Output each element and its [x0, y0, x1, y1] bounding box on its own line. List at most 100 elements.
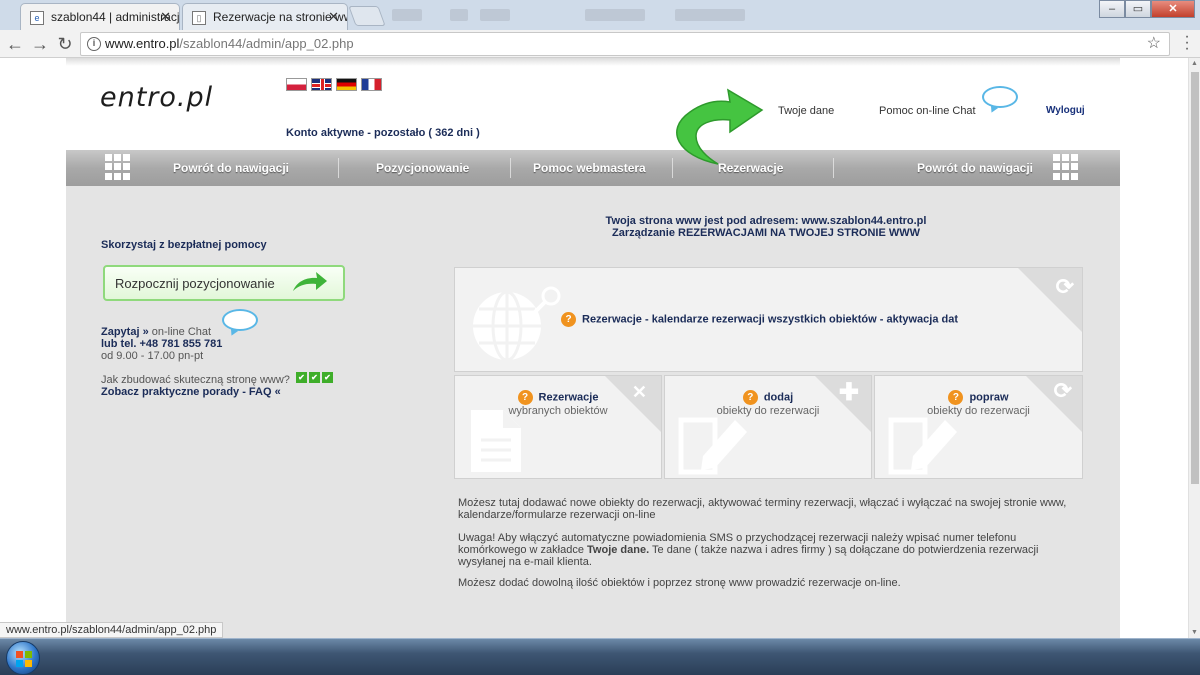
site-address-line: Twoja strona www jest pod adresem: www.s… [605, 215, 927, 227]
panel-desc: obiekty do rezerwacji [927, 405, 1030, 417]
check-icon: ✔ [322, 372, 333, 383]
page-subtitle: Zarządzanie REZERWACJAMI NA TWOJEJ STRON… [611, 227, 921, 239]
question-icon: ? [948, 390, 964, 405]
close-window-icon[interactable]: ✕ [1151, 0, 1195, 18]
calendar-panel-label: Rezerwacje - kalendarze rezerwacji wszys… [582, 313, 958, 326]
green-arrow-icon [676, 88, 764, 165]
taskbar-ghost [480, 9, 510, 21]
scroll-down-icon[interactable]: ▼ [1191, 629, 1198, 636]
panel-title-text: popraw [969, 391, 1009, 404]
site-container: entro.pl Konto aktywne - pozostało ( 362… [66, 58, 1120, 638]
flag-fr-icon[interactable] [361, 78, 382, 91]
windows-taskbar [0, 638, 1200, 675]
nav-separator [833, 158, 834, 178]
my-data-inline-link[interactable]: Twoje dane. [587, 544, 649, 556]
browser-toolbar: ← → ↻ i www.entro.pl/szablon44/admin/app… [0, 29, 1200, 58]
site-logo[interactable]: entro.pl [100, 82, 213, 113]
header-shadow [66, 58, 1120, 66]
account-status: Konto aktywne - pozostało ( 362 dni ) [286, 127, 480, 139]
info-icon[interactable]: i [87, 37, 101, 51]
start-button[interactable] [6, 641, 40, 675]
my-data-link[interactable]: Twoje dane [778, 105, 834, 117]
grid-menu-icon[interactable] [1053, 154, 1079, 180]
start-seo-button[interactable]: Rozpocznij pozycjonowanie [103, 265, 345, 301]
tab-reservations[interactable]: ▯ Rezerwacje na stronie www ✕ [182, 3, 348, 30]
edit-objects-panel[interactable]: ⟳ ? popraw obiekty do rezerwacji [874, 375, 1083, 479]
info-paragraph-1: Możesz tutaj dodawać nowe obiekty do rez… [458, 497, 1067, 521]
address-bar[interactable]: i www.entro.pl/szablon44/admin/app_02.ph… [80, 32, 1170, 56]
tab-admin[interactable]: e szablon44 | administracja ✕ [20, 3, 180, 30]
office-hours: od 9.00 - 17.00 pn-pt [101, 350, 204, 362]
grid-menu-icon[interactable] [105, 154, 131, 180]
chat-bubble-icon[interactable] [982, 86, 1018, 108]
close-tab-icon[interactable]: ✕ [160, 9, 171, 25]
start-seo-label: Rozpocznij pozycjonowanie [115, 276, 275, 291]
ask-link[interactable]: Zapytaj » [101, 326, 149, 338]
check-icon: ✔ [309, 372, 320, 383]
chat-bubble-icon[interactable] [222, 309, 258, 331]
site-favicon-icon: e [30, 11, 44, 25]
logout-link[interactable]: Wyloguj [1046, 105, 1085, 116]
panel-title-text: Rezerwacje [538, 391, 599, 404]
flag-en-icon[interactable] [311, 78, 332, 91]
nav-separator [510, 158, 511, 178]
nav-item-back[interactable]: Powrót do nawigacji [173, 150, 289, 186]
scrollbar-thumb[interactable] [1191, 72, 1199, 484]
refresh-icon[interactable]: ⟳ [1056, 274, 1074, 300]
chat-link[interactable]: Pomoc on-line Chat [879, 105, 976, 117]
browser-tab-strip: e szablon44 | administracja ✕ ▯ Rezerwac… [0, 0, 1200, 30]
window-controls: – ▭ ✕ [1099, 0, 1195, 18]
faq-question[interactable]: Jak zbudować skuteczną stronę www? [101, 374, 290, 386]
checkmark-icons: ✔ ✔ ✔ [296, 372, 333, 383]
calendar-panel-title[interactable]: ? Rezerwacje - kalendarze rezerwacji wszy… [561, 312, 958, 327]
minimize-icon[interactable]: – [1099, 0, 1125, 18]
check-icon: ✔ [296, 372, 307, 383]
flag-pl-icon[interactable] [286, 78, 307, 91]
question-icon: ? [517, 390, 533, 405]
nav-separator [338, 158, 339, 178]
maximize-icon[interactable]: ▭ [1125, 0, 1151, 18]
status-bar: www.entro.pl/szablon44/admin/app_02.php [0, 622, 224, 638]
reload-icon[interactable]: ↻ [54, 33, 76, 55]
panel-desc: obiekty do rezerwacji [716, 405, 820, 417]
vertical-scrollbar[interactable]: ▲ ▼ [1188, 58, 1200, 638]
nav-item-webmaster[interactable]: Pomoc webmastera [533, 150, 646, 186]
flag-de-icon[interactable] [336, 78, 357, 91]
panel-title: ? Rezerwacje [455, 390, 661, 405]
page-icon: ▯ [192, 11, 206, 25]
menu-dots-icon[interactable]: · · · [1184, 29, 1190, 57]
add-objects-panel[interactable]: ✚ ? dodaj obiekty do rezerwacji [664, 375, 872, 479]
globe-search-icon [473, 286, 561, 362]
arrow-right-icon[interactable]: → [29, 33, 51, 55]
star-icon[interactable]: ☆ [1147, 33, 1161, 55]
windows-logo-icon [16, 651, 32, 667]
new-tab-button[interactable] [348, 6, 386, 26]
reservations-calendar-panel[interactable]: ⟳ ? Rezerwacje - kalendarze rezerwacji ws… [454, 267, 1083, 372]
question-icon: ? [561, 312, 576, 327]
panel-desc: wybranych obiektów [508, 405, 608, 417]
phone-line: lub tel. +48 781 855 781 [101, 338, 223, 350]
taskbar-ghost [392, 9, 422, 21]
help-title: Skorzystaj z bezpłatnej pomocy [101, 239, 267, 251]
url-host: www.entro.pl [105, 36, 180, 51]
page-viewport: entro.pl Konto aktywne - pozostało ( 362… [0, 58, 1188, 638]
question-icon: ? [742, 390, 758, 405]
panel-title-text: dodaj [763, 391, 794, 404]
faq-link[interactable]: Zobacz praktyczne porady - FAQ « [101, 386, 281, 398]
taskbar-ghost [585, 9, 645, 21]
site-address: Twoja strona www jest pod adresem: www.s… [536, 215, 996, 239]
info-paragraph-2: Możesz dodać dowolną ilość obiektów i po… [458, 577, 901, 589]
selected-objects-panel[interactable]: ✕ ? Rezerwacje wybranych obiektów [454, 375, 662, 479]
taskbar-ghost [675, 9, 745, 21]
panel-title: ? popraw [875, 390, 1082, 405]
contact-block: Zapytaj » on-line Chat lub tel. +48 781 … [101, 326, 222, 362]
ask-chat-link[interactable]: on-line Chat [149, 326, 211, 338]
close-tab-icon[interactable]: ✕ [328, 9, 339, 25]
language-flags [286, 78, 382, 91]
nav-item-seo[interactable]: Pozycjonowanie [376, 150, 469, 186]
arrow-left-icon[interactable]: ← [4, 33, 26, 55]
green-arrow-icon [293, 272, 327, 291]
scroll-up-icon[interactable]: ▲ [1191, 60, 1198, 67]
nav-item-back-right[interactable]: Powrót do nawigacji [917, 150, 1033, 186]
panel-title: ? dodaj [665, 390, 871, 405]
